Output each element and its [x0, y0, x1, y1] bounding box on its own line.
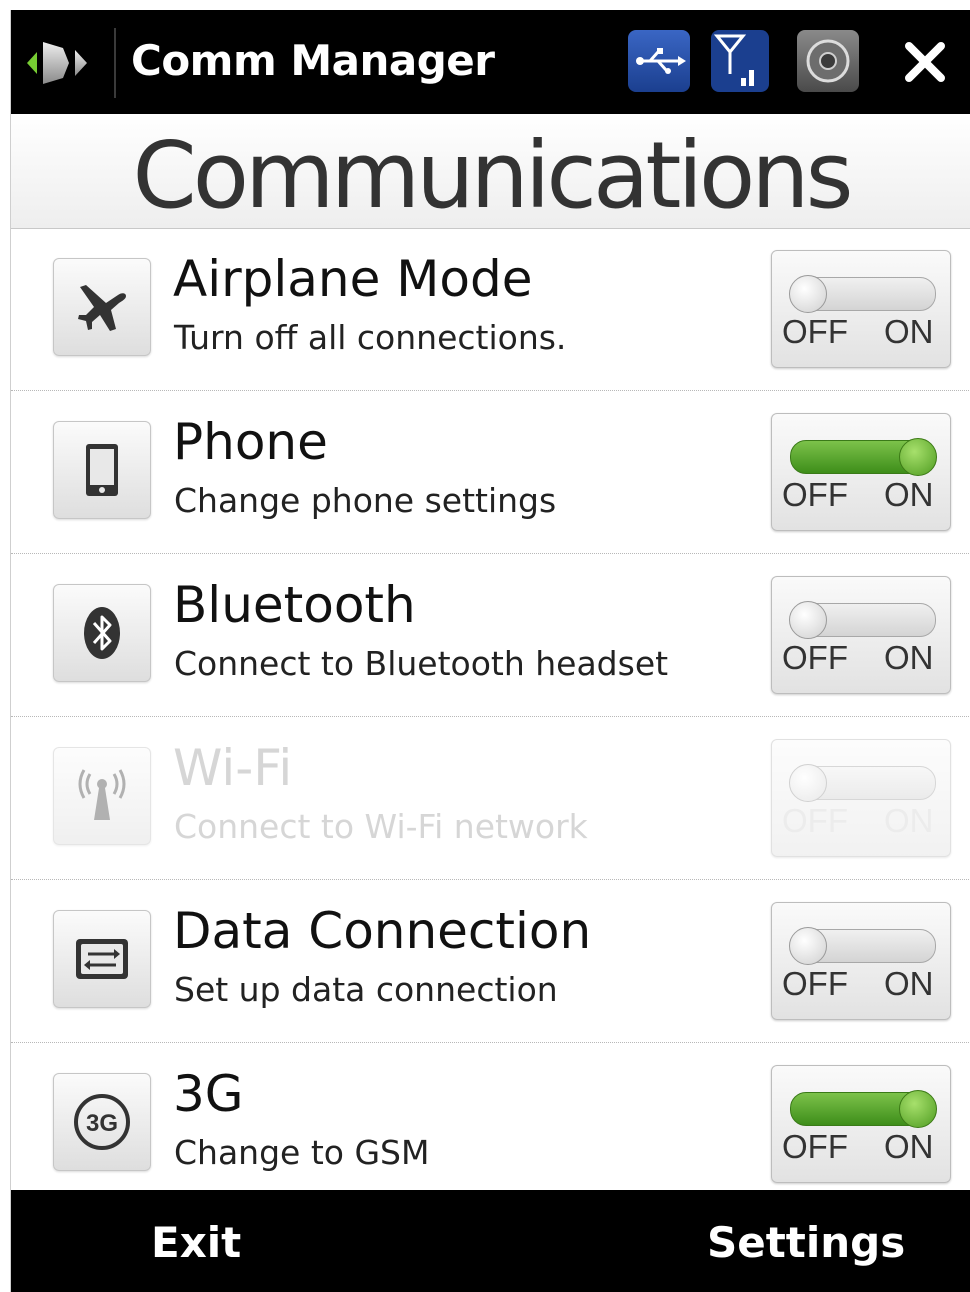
data-connection-icon — [76, 939, 128, 979]
phone-toggle[interactable]: OFF ON — [771, 413, 951, 531]
3g-icon: 3G — [74, 1094, 130, 1150]
toggle-off-label: OFF — [782, 313, 848, 350]
toggle-knob — [789, 601, 827, 639]
wifi-description: Connect to Wi-Fi network — [174, 807, 588, 846]
bluetooth-label: Bluetooth — [173, 576, 416, 634]
header: Communications — [11, 114, 970, 229]
toggle-track — [790, 1090, 937, 1128]
bluetooth-button[interactable] — [53, 584, 151, 682]
toggle-off-label: OFF — [782, 639, 848, 676]
signal-icon[interactable] — [711, 30, 769, 92]
3g-description: Change to GSM — [174, 1133, 430, 1172]
toggle-on-label: ON — [884, 313, 934, 350]
page-title: Communications — [132, 122, 853, 229]
toggle-track — [789, 601, 936, 639]
airplane-mode-label: Airplane Mode — [173, 250, 533, 308]
toggle-knob — [899, 438, 937, 476]
toggle-knob — [899, 1090, 937, 1128]
toggle-knob — [789, 927, 827, 965]
list-item-wifi: Wi-Fi Connect to Wi-Fi network OFF ON — [11, 717, 970, 880]
data-connection-button[interactable] — [53, 910, 151, 1008]
toggle-on-label: ON — [884, 802, 934, 839]
airplane-icon — [78, 285, 126, 331]
toggle-track — [790, 438, 937, 476]
list-item-phone: Phone Change phone settings OFF ON — [11, 391, 970, 554]
airplane-mode-toggle[interactable]: OFF ON — [771, 250, 951, 368]
bluetooth-icon — [84, 607, 120, 659]
toggle-knob — [789, 764, 827, 802]
3g-label: 3G — [173, 1065, 244, 1123]
data-connection-toggle[interactable]: OFF ON — [771, 902, 951, 1020]
toggle-on-label: ON — [884, 965, 934, 1002]
title-bar: Comm Manager — [11, 10, 970, 114]
wifi-icon — [78, 769, 126, 820]
toggle-track — [789, 927, 936, 965]
toggle-off-label: OFF — [782, 802, 848, 839]
3g-toggle[interactable]: OFF ON — [771, 1065, 951, 1183]
start-icon[interactable] — [25, 34, 101, 92]
list-item-bluetooth: Bluetooth Connect to Bluetooth headset O… — [11, 554, 970, 717]
list-item-data-connection: Data Connection Set up data connection O… — [11, 880, 970, 1043]
phone-icon — [86, 444, 118, 496]
list-item-airplane-mode: Airplane Mode Turn off all connections. … — [11, 228, 970, 391]
close-icon[interactable] — [897, 34, 953, 90]
svg-text:3G: 3G — [86, 1110, 118, 1137]
wifi-toggle[interactable]: OFF ON — [771, 739, 951, 857]
wifi-label: Wi-Fi — [173, 739, 293, 797]
title-separator — [114, 28, 116, 98]
toggle-on-label: ON — [884, 1128, 934, 1165]
toggle-knob — [789, 275, 827, 313]
softkey-bar: Exit Settings — [11, 1190, 970, 1292]
toggle-on-label: ON — [884, 639, 934, 676]
exit-button[interactable]: Exit — [151, 1218, 241, 1267]
wifi-button[interactable] — [53, 747, 151, 845]
phone-button[interactable] — [53, 421, 151, 519]
toggle-off-label: OFF — [782, 1128, 848, 1165]
3g-button[interactable]: 3G — [53, 1073, 151, 1171]
toggle-track — [789, 764, 936, 802]
toggle-on-label: ON — [884, 476, 934, 513]
toggle-track — [789, 275, 936, 313]
data-connection-description: Set up data connection — [174, 970, 558, 1009]
airplane-button[interactable] — [53, 258, 151, 356]
app-window: Comm Manager Communications Airplane Mod… — [10, 10, 970, 1292]
speaker-icon[interactable] — [797, 30, 859, 92]
bluetooth-toggle[interactable]: OFF ON — [771, 576, 951, 694]
data-connection-label: Data Connection — [173, 902, 592, 960]
phone-description: Change phone settings — [174, 481, 557, 520]
airplane-mode-description: Turn off all connections. — [174, 318, 567, 357]
toggle-off-label: OFF — [782, 965, 848, 1002]
settings-list: Airplane Mode Turn off all connections. … — [11, 228, 970, 1205]
app-title: Comm Manager — [131, 36, 495, 85]
list-item-3g: 3G 3G Change to GSM OFF ON — [11, 1043, 970, 1205]
settings-button[interactable]: Settings — [707, 1218, 905, 1267]
usb-icon[interactable] — [628, 30, 690, 92]
toggle-off-label: OFF — [782, 476, 848, 513]
phone-label: Phone — [173, 413, 328, 471]
bluetooth-description: Connect to Bluetooth headset — [174, 644, 669, 683]
